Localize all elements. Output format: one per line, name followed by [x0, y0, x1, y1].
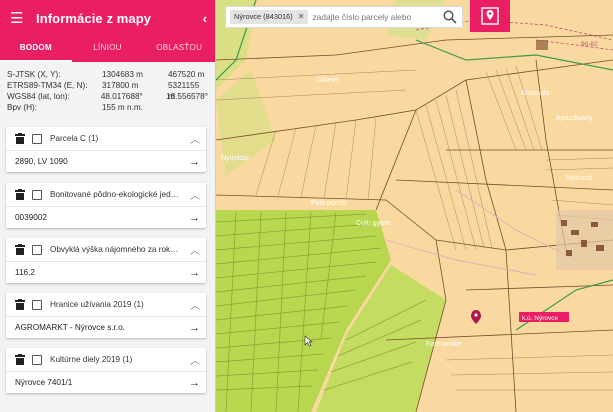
coord-value: 1304683 m	[102, 70, 143, 79]
layer-card-header[interactable]: Kultúrne diely 2019 (1) ︿	[6, 348, 206, 372]
coord-label: ETRS89-TM34 (E, N):	[7, 81, 88, 90]
coord-value: 467520 m	[168, 70, 205, 79]
map-label: Farmanske	[426, 341, 461, 348]
delete-icon[interactable]	[15, 133, 25, 144]
layer-title: Hranice užívania 2019 (1)	[50, 300, 144, 309]
menu-icon[interactable]: ☰	[10, 9, 30, 27]
parcel-search-input[interactable]	[312, 12, 442, 22]
coord-label: S-JTSK (X, Y):	[7, 70, 61, 79]
layer-card-rent: Obvyklá výška nájomného za rok… ︿ 116,2 …	[6, 238, 206, 283]
layer-checkbox[interactable]	[32, 299, 42, 310]
coord-value: 317800 m	[102, 81, 139, 90]
map-pin-icon	[481, 7, 499, 25]
panel-header: ☰ Informácie z mapy ‹	[0, 0, 215, 36]
feature-value: AGROMARKT - Nýrovce s.r.o.	[15, 323, 125, 332]
chevron-up-icon[interactable]: ︿	[190, 242, 200, 257]
arrow-right-icon[interactable]: →	[189, 212, 200, 224]
layer-feature-row[interactable]: 0039002 →	[6, 207, 206, 228]
coord-row-wgs84: WGS84 (lat, lon): 48.017688° 18.556578°	[7, 91, 208, 102]
coord-value: 18.556578°	[166, 92, 208, 101]
layer-title: Parcela C (1)	[50, 134, 99, 143]
layer-card-header[interactable]: Obvyklá výška nájomného za rok… ︿	[6, 238, 206, 262]
layer-feature-row[interactable]: 116,2 →	[6, 262, 206, 283]
coord-value: 155 m n.m.	[102, 103, 143, 112]
layer-checkbox[interactable]	[32, 189, 42, 200]
layer-checkbox[interactable]	[32, 244, 42, 255]
layer-card-parcela-c: Parcela C (1) ︿ 2890, LV 1090 →	[6, 127, 206, 172]
layer-checkbox[interactable]	[32, 354, 42, 365]
feature-value: 116,2	[15, 268, 35, 277]
close-icon[interactable]: ✕	[298, 10, 305, 24]
map-label: Nyíroldai	[221, 155, 249, 162]
coord-value: 5321155 m	[168, 81, 200, 101]
tab-oblastou[interactable]: OBLASŤOU	[143, 36, 215, 62]
coord-label: Bpv (H):	[7, 103, 38, 112]
arrow-right-icon[interactable]: →	[189, 322, 200, 334]
layer-title: Kultúrne diely 2019 (1)	[50, 355, 133, 364]
tab-bodom[interactable]: BODOM	[0, 36, 72, 62]
layer-card-header[interactable]: Bonitované pôdno-ekologické jed… ︿	[6, 183, 206, 207]
panel-title: Informácie z mapy	[36, 10, 152, 26]
coord-row-etrs89: ETRS89-TM34 (E, N): 317800 m 5321155 m	[7, 80, 208, 101]
locate-point-button[interactable]	[470, 0, 510, 32]
layer-card-hranice: Hranice užívania 2019 (1) ︿ AGROMARKT - …	[6, 293, 206, 338]
map-label: Kiszmala	[521, 90, 550, 97]
layer-feature-row[interactable]: Nýrovce 7401/1 →	[6, 372, 206, 393]
map-parcel-number: 90-82	[581, 41, 598, 48]
map-layer[interactable]: Pole pomôr Farmanske Ciklevé Nyíroldai A…	[216, 0, 613, 412]
layer-title: Obvyklá výška nájomného za rok…	[50, 245, 179, 254]
parcel-search-bar: Nýrovce (843016) ✕	[225, 6, 463, 28]
map-info-panel: ☰ Informácie z mapy ‹ BODOM LÍNIOU OBLAS…	[0, 0, 216, 412]
delete-icon[interactable]	[15, 244, 25, 255]
layer-card-kulturne-diely: Kultúrne diely 2019 (1) ︿ Nýrovce 7401/1…	[6, 348, 206, 393]
coord-row-sjtsk: S-JTSK (X, Y): 1304683 m 467520 m	[7, 69, 208, 80]
selection-mode-tabs: BODOM LÍNIOU OBLASŤOU	[0, 36, 215, 62]
chevron-up-icon[interactable]: ︿	[190, 187, 200, 202]
delete-icon[interactable]	[15, 299, 25, 310]
chevron-up-icon[interactable]: ︿	[190, 297, 200, 312]
layer-card-header[interactable]: Parcela C (1) ︿	[6, 127, 206, 151]
map-label: Ciklevé	[316, 77, 339, 84]
chevron-up-icon[interactable]: ︿	[190, 352, 200, 367]
coord-value: 48.017688°	[100, 92, 143, 101]
layer-card-header[interactable]: Hranice užívania 2019 (1) ︿	[6, 293, 206, 317]
town-label: k.ú. Nýrovce	[522, 315, 559, 322]
delete-icon[interactable]	[15, 354, 25, 365]
cadastral-area-chip[interactable]: Nýrovce (843016) ✕	[230, 10, 309, 24]
map-label: Apaudlvany	[556, 115, 593, 122]
chevron-up-icon[interactable]: ︿	[190, 131, 200, 146]
delete-icon[interactable]	[15, 189, 25, 200]
feature-value: Nýrovce 7401/1	[15, 378, 73, 387]
coordinates-table: S-JTSK (X, Y): 1304683 m 467520 m ETRS89…	[0, 62, 215, 117]
coord-row-bpv: Bpv (H): 155 m n.m.	[7, 102, 208, 113]
map-label: Nyárasd	[566, 175, 592, 182]
cadastral-area-chip-label: Nýrovce (843016)	[234, 12, 293, 21]
search-icon[interactable]	[442, 9, 458, 25]
arrow-right-icon[interactable]: →	[189, 156, 200, 168]
coord-value	[168, 102, 208, 113]
layer-title: Bonitované pôdno-ekologické jed…	[50, 190, 179, 199]
layer-feature-row[interactable]: AGROMARKT - Nýrovce s.r.o. →	[6, 317, 206, 338]
coord-label: WGS84 (lat, lon):	[7, 92, 70, 101]
map-label: Cutu gyare	[356, 220, 390, 227]
map-canvas[interactable]: Pole pomôr Farmanske Ciklevé Nyíroldai A…	[216, 0, 613, 412]
layer-card-bpej: Bonitované pôdno-ekologické jed… ︿ 00390…	[6, 183, 206, 228]
tab-liniou[interactable]: LÍNIOU	[72, 36, 144, 62]
chevron-left-icon[interactable]: ‹	[203, 11, 207, 26]
feature-value: 2890, LV 1090	[15, 157, 68, 166]
layer-feature-row[interactable]: 2890, LV 1090 →	[6, 151, 206, 172]
feature-value: 0039002	[15, 213, 47, 222]
layer-checkbox[interactable]	[32, 133, 42, 144]
arrow-right-icon[interactable]: →	[189, 267, 200, 279]
arrow-right-icon[interactable]: →	[189, 377, 200, 389]
map-label: Pole pomôr	[311, 200, 347, 207]
